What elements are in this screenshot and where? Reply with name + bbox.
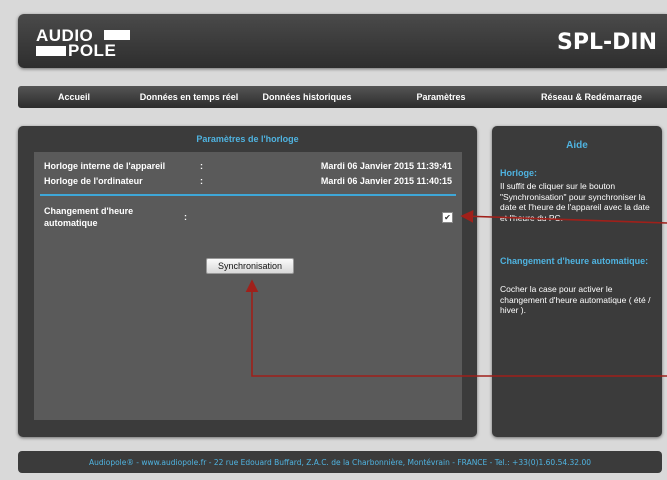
- arrow-to-sync-button: [245, 279, 667, 377]
- arrow-to-checkbox: [460, 209, 667, 224]
- annotation-arrows: [245, 209, 667, 377]
